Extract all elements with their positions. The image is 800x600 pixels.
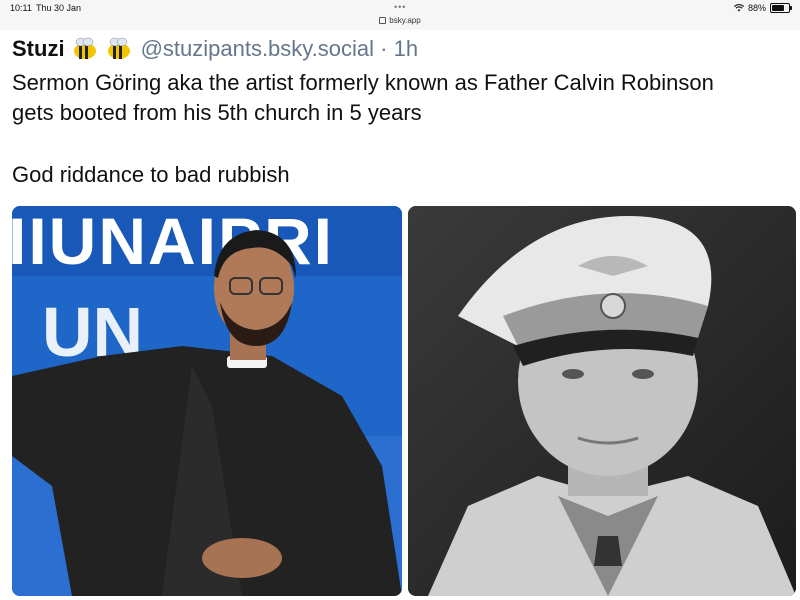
- bee-icon: [107, 37, 130, 59]
- author-handle[interactable]: @stuzipants.bsky.social · 1h: [141, 36, 419, 62]
- post-text-line: God riddance to bad rubbish: [12, 162, 290, 187]
- battery-percent: 88%: [747, 3, 766, 13]
- post-text: Sermon Göring aka the artist formerly kn…: [12, 68, 792, 190]
- wifi-icon: [733, 4, 744, 12]
- handle-text: @stuzipants.bsky.social: [140, 36, 375, 61]
- url-bar[interactable]: bsky.app: [0, 16, 800, 30]
- status-time: 10:11: [10, 3, 32, 13]
- post-time: 1h: [393, 36, 419, 61]
- officer-portrait-photo: [408, 206, 796, 596]
- post-image-left[interactable]: IIUNAIPRI UN: [12, 206, 402, 596]
- status-right: 88%: [733, 3, 792, 13]
- bee-icon: [73, 37, 96, 59]
- url-text: bsky.app: [389, 16, 421, 25]
- post-image-right[interactable]: [408, 206, 796, 596]
- status-bar: 10:11 Thu 30 Jan ••• 88%: [0, 0, 800, 16]
- browser-menu-dots[interactable]: •••: [394, 2, 406, 12]
- author-name[interactable]: Stuzi: [12, 36, 65, 62]
- battery-icon: [770, 3, 792, 13]
- post-text-line: Sermon Göring aka the artist formerly kn…: [12, 70, 714, 95]
- post-header: Stuzi @stuzipants.bsky.social · 1h: [12, 36, 418, 62]
- status-date: Thu 30 Jan: [36, 3, 82, 13]
- separator: ·: [380, 36, 388, 61]
- clergyman-photo: IIUNAIPRI UN: [12, 206, 402, 596]
- lock-icon: [379, 17, 387, 25]
- post-text-line: gets booted from his 5th church in 5 yea…: [12, 100, 422, 125]
